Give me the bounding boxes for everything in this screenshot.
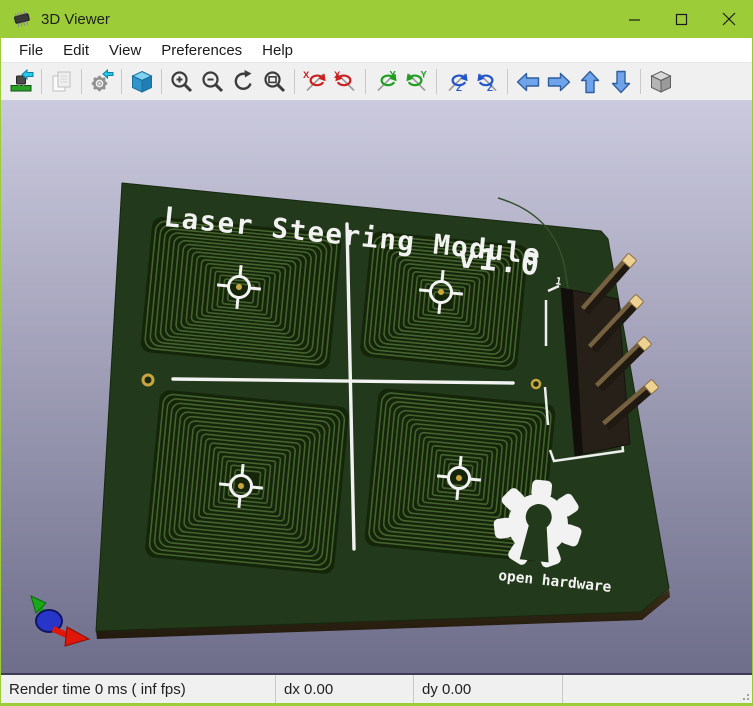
rotate-y-cw-button[interactable]: Y [401,66,432,97]
maximize-icon [675,13,688,26]
rotate-y-ccw-icon: Y [373,69,399,95]
zoom-in-icon [169,69,195,95]
minimize-button[interactable] [611,0,658,38]
zoom-out-button[interactable] [197,66,228,97]
move-right-icon [546,69,572,95]
orthographic-view-button[interactable] [645,66,676,97]
move-down-button[interactable] [605,66,636,97]
toolbar-separator [121,69,122,94]
move-right-button[interactable] [543,66,574,97]
rotate-y-cw-icon: Y [404,69,430,95]
status-render-time: Render time 0 ms ( inf fps) [1,675,276,703]
orthographic-view-icon [648,69,674,95]
close-icon [722,12,736,26]
window-title: 3D Viewer [41,11,110,28]
close-button[interactable] [705,0,752,38]
rotate-x-ccw-button[interactable]: X [299,66,330,97]
svg-text:Z: Z [487,83,493,94]
toolbar-separator [294,69,295,94]
svg-text:Y: Y [420,69,427,80]
move-down-icon [608,69,634,95]
zoom-out-icon [200,69,226,95]
redraw-icon [231,69,257,95]
status-dx: dx 0.00 [276,675,414,703]
zoom-fit-button[interactable] [259,66,290,97]
titlebar: 3D Viewer [1,0,752,38]
zoom-in-button[interactable] [166,66,197,97]
3d-viewer-window: 3D Viewer File Edit View Preferences Hel… [0,0,753,706]
zoom-fit-icon [262,69,288,95]
rotate-z-ccw-button[interactable]: Z [441,66,472,97]
reload-board-button[interactable] [6,66,37,97]
menu-help[interactable]: Help [252,40,303,61]
reload-board-icon [9,69,35,95]
toolbar-separator [161,69,162,94]
svg-text:X: X [303,70,310,81]
render-options-icon [89,69,115,95]
toolbar-separator [81,69,82,94]
toolbar: X X Y Y Z Z [1,62,752,100]
svg-text:X: X [334,70,341,81]
gold-pad-left [143,375,153,385]
rotate-x-ccw-icon: X [302,69,328,95]
resize-grip[interactable] [740,691,750,701]
copy-image-icon [49,69,75,95]
viewport-3d[interactable]: Laser Steering Module v1.0 open hardware… [1,100,752,675]
svg-text:Y: Y [389,69,396,80]
menu-view[interactable]: View [99,40,151,61]
chip-icon [12,11,32,27]
move-up-button[interactable] [574,66,605,97]
maximize-button[interactable] [658,0,705,38]
rotate-x-cw-button[interactable]: X [330,66,361,97]
rotate-z-cw-button[interactable]: Z [472,66,503,97]
toolbar-separator [436,69,437,94]
rotate-x-cw-icon: X [333,69,359,95]
minimize-icon [628,13,641,26]
toolbar-separator [640,69,641,94]
menubar: File Edit View Preferences Help [1,38,752,62]
move-up-icon [577,69,603,95]
copy-image-button[interactable] [46,66,77,97]
menu-file[interactable]: File [9,40,53,61]
status-dy: dy 0.00 [414,675,563,703]
gold-pad-right [532,380,540,388]
svg-text:Z: Z [456,83,462,94]
rotate-z-cw-icon: Z [475,69,501,95]
toolbar-separator [507,69,508,94]
toolbar-separator [365,69,366,94]
render-options-button[interactable] [86,66,117,97]
toolbar-separator [41,69,42,94]
statusbar: Render time 0 ms ( inf fps) dx 0.00 dy 0… [1,675,752,703]
menu-preferences[interactable]: Preferences [151,40,252,61]
move-left-icon [515,69,541,95]
view-cube-button[interactable] [126,66,157,97]
menu-edit[interactable]: Edit [53,40,99,61]
redraw-button[interactable] [228,66,259,97]
rotate-y-ccw-button[interactable]: Y [370,66,401,97]
status-extra [563,675,752,703]
view-cube-icon [129,69,155,95]
rotate-z-ccw-icon: Z [444,69,470,95]
move-left-button[interactable] [512,66,543,97]
